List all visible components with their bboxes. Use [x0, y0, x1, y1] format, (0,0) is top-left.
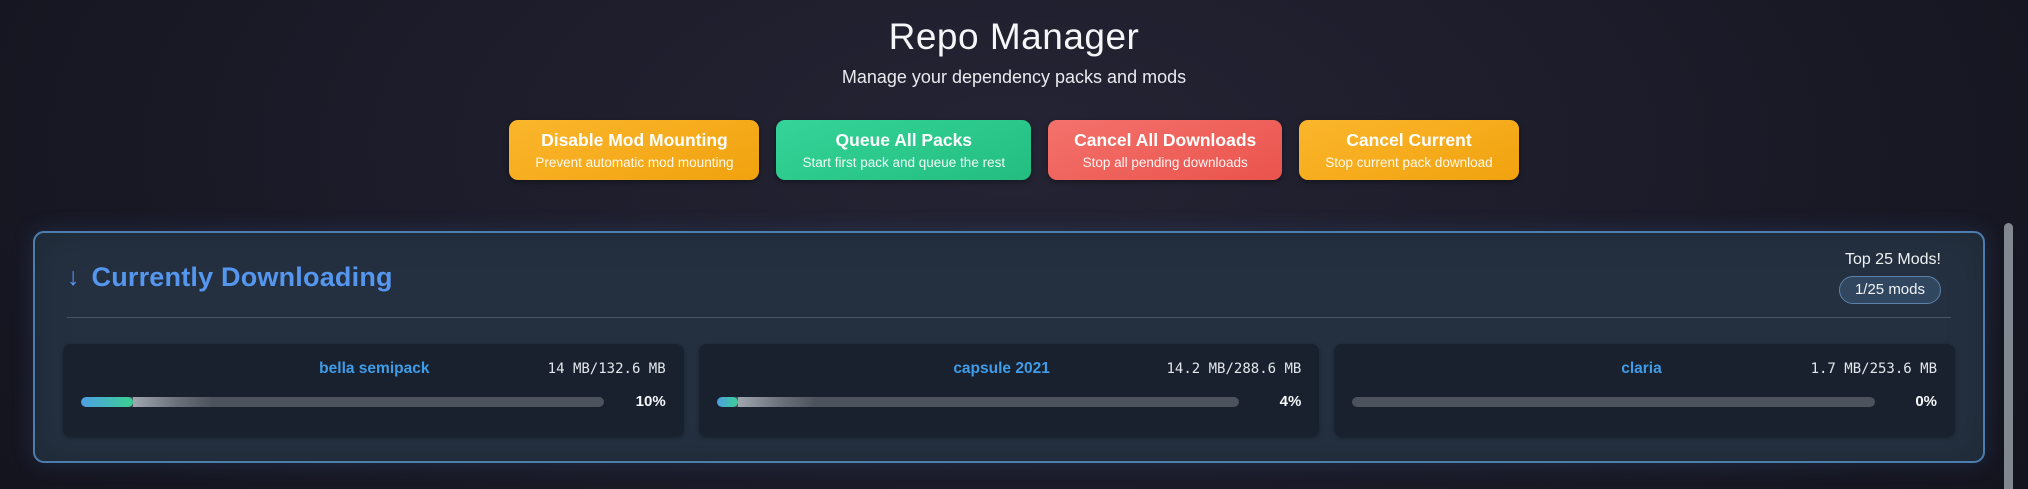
disable-mod-mounting-button[interactable]: Disable Mod Mounting Prevent automatic m… [509, 120, 759, 180]
vertical-scrollbar[interactable] [2004, 223, 2013, 489]
page-subtitle: Manage your dependency packs and mods [0, 67, 2028, 88]
progress-fill [81, 397, 133, 407]
divider [67, 317, 1951, 318]
button-label: Cancel Current [1346, 130, 1471, 151]
progress-bar [1352, 397, 1875, 407]
section-collapse-toggle[interactable]: ↓ Currently Downloading [67, 262, 393, 293]
download-card: claria 1.7 MB/253.6 MB 0% [1334, 344, 1955, 437]
actions-toolbar: Disable Mod Mounting Prevent automatic m… [0, 120, 2028, 180]
downloads-list: bella semipack 14 MB/132.6 MB 10% capsul… [63, 344, 1955, 437]
button-sublabel: Start first pack and queue the rest [802, 155, 1005, 170]
progress-row: 4% [717, 393, 1302, 410]
progress-shimmer [738, 397, 816, 407]
page-title: Repo Manager [0, 16, 2028, 58]
card-header: claria 1.7 MB/253.6 MB [1352, 360, 1937, 378]
arrow-down-icon: ↓ [67, 265, 80, 290]
button-sublabel: Stop all pending downloads [1083, 155, 1248, 170]
cancel-current-button[interactable]: Cancel Current Stop current pack downloa… [1299, 120, 1518, 180]
button-sublabel: Stop current pack download [1325, 155, 1492, 170]
queue-all-packs-button[interactable]: Queue All Packs Start first pack and que… [776, 120, 1031, 180]
pack-size: 14 MB/132.6 MB [548, 361, 666, 377]
progress-fill [717, 397, 738, 407]
progress-row: 10% [81, 393, 666, 410]
button-sublabel: Prevent automatic mod mounting [535, 155, 733, 170]
card-header: bella semipack 14 MB/132.6 MB [81, 360, 666, 378]
mods-count-badge: 1/25 mods [1839, 276, 1941, 304]
card-header: capsule 2021 14.2 MB/288.6 MB [717, 360, 1302, 378]
panel-meta: Top 25 Mods! 1/25 mods [1839, 251, 1941, 304]
app-header: Repo Manager Manage your dependency pack… [0, 0, 2028, 88]
top-mods-label: Top 25 Mods! [1845, 251, 1941, 269]
progress-row: 0% [1352, 393, 1937, 410]
progress-bar [717, 397, 1240, 407]
cancel-all-downloads-button[interactable]: Cancel All Downloads Stop all pending do… [1048, 120, 1282, 180]
download-card: bella semipack 14 MB/132.6 MB 10% [63, 344, 684, 437]
pack-name: bella semipack [81, 360, 548, 378]
progress-percent: 10% [620, 393, 666, 410]
pack-name: claria [1352, 360, 1810, 378]
pack-name: capsule 2021 [717, 360, 1167, 378]
download-card: capsule 2021 14.2 MB/288.6 MB 4% [699, 344, 1320, 437]
pack-size: 1.7 MB/253.6 MB [1811, 361, 1937, 377]
progress-percent: 4% [1255, 393, 1301, 410]
progress-percent: 0% [1891, 393, 1937, 410]
progress-bar [81, 397, 604, 407]
button-label: Queue All Packs [836, 130, 973, 151]
progress-shimmer [133, 397, 211, 407]
pack-size: 14.2 MB/288.6 MB [1166, 361, 1301, 377]
panel-header: ↓ Currently Downloading Top 25 Mods! 1/2… [63, 251, 1955, 304]
section-title: Currently Downloading [92, 262, 393, 293]
button-label: Disable Mod Mounting [541, 130, 728, 151]
currently-downloading-panel: ↓ Currently Downloading Top 25 Mods! 1/2… [33, 231, 1985, 463]
button-label: Cancel All Downloads [1074, 130, 1256, 151]
